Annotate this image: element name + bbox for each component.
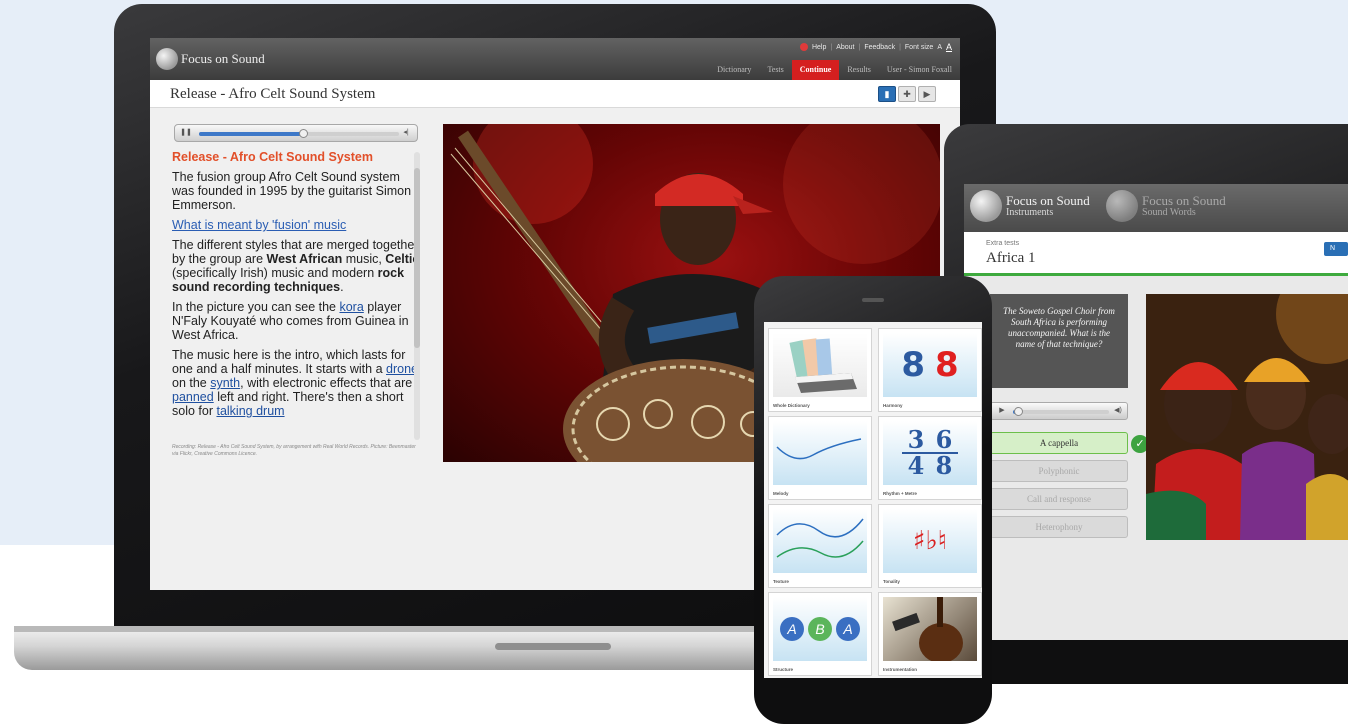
phone-home-area [764, 680, 982, 720]
utility-links: Help | About | Feedback | Font size A A [799, 42, 952, 52]
article-text: Release - Afro Celt Sound System The fus… [172, 150, 422, 440]
pause-icon[interactable]: ❚❚ [179, 128, 193, 138]
tile-instrumentation[interactable]: Instrumentation [878, 592, 982, 676]
page-title: Release - Afro Celt Sound System [170, 86, 376, 102]
main-nav: Dictionary Tests Continue Results User -… [709, 60, 960, 80]
melody-icon [773, 421, 867, 485]
nav-tests[interactable]: Tests [759, 60, 791, 80]
view-toggle: ▮ ✚ ▶ [878, 86, 936, 102]
harmony-icon: 8 8 [883, 333, 977, 397]
article-paragraph: The fusion group Afro Celt Sound system … [172, 170, 412, 212]
logo-icon [970, 190, 1002, 222]
audio-progress-track[interactable] [1013, 407, 1109, 416]
choir-illustration [1146, 294, 1348, 540]
article-heading: Release - Afro Celt Sound System [172, 150, 373, 164]
answer-heterophony[interactable]: Heterophony [990, 516, 1128, 538]
nav-user[interactable]: User - Simon Foxall [879, 60, 960, 80]
tile-melody[interactable]: Melody [768, 416, 872, 500]
sound-words-logo[interactable]: Focus on Sound Sound Words [1106, 190, 1226, 222]
video-icon[interactable]: ▶ [918, 86, 936, 102]
tablet-header: Focus on Sound Instruments Focus on Soun… [964, 184, 1348, 232]
tile-texture[interactable]: Texture [768, 504, 872, 588]
logo-icon [1106, 190, 1138, 222]
double-bass-icon [883, 597, 977, 661]
gospel-choir-photo [1146, 294, 1348, 540]
nav-dictionary[interactable]: Dictionary [709, 60, 759, 80]
audio-progress-fill [199, 132, 303, 136]
synth-link[interactable]: synth [210, 376, 240, 390]
feedback-link[interactable]: Feedback [864, 44, 895, 51]
tablet-titlebar: Extra tests Africa 1 N [964, 232, 1348, 276]
question-card: The Soweto Gospel Choir from South Afric… [990, 294, 1128, 388]
dictionary-grid: Whole Dictionary 8 8 Harmony Melody 36 4… [768, 328, 982, 676]
audio-player: ❚❚ ◂| [174, 124, 418, 142]
audio-progress-handle[interactable] [299, 129, 308, 138]
test-category: Extra tests [986, 240, 1020, 247]
scrollbar-thumb[interactable] [414, 168, 420, 348]
book-icon[interactable]: ▮ [878, 86, 896, 102]
font-size-large-button[interactable]: A [946, 42, 952, 52]
notification-icon[interactable] [799, 43, 808, 51]
answer-a-cappella[interactable]: A cappella [990, 432, 1128, 454]
test-title: Africa 1 [986, 250, 1036, 266]
tile-structure[interactable]: A B A Structure [768, 592, 872, 676]
tile-harmony[interactable]: 8 8 Harmony [878, 328, 982, 412]
help-link[interactable]: Help [812, 44, 826, 51]
next-button[interactable]: N [1324, 242, 1348, 256]
texture-icon [773, 509, 867, 573]
app-topbar: Focus on Sound Help | About | Feedback | Fo… [150, 38, 960, 80]
audio-progress-handle[interactable] [1013, 407, 1023, 416]
answer-polyphonic[interactable]: Polyphonic [990, 460, 1128, 482]
nav-continue[interactable]: Continue [791, 60, 840, 80]
logo-text: Focus on Sound [181, 51, 265, 66]
tablet-screen: Focus on Sound Instruments Focus on Soun… [964, 184, 1348, 640]
article-paragraph: The different styles that are merged tog… [172, 238, 420, 294]
product-showcase: Focus on Sound Help | About | Feedback | Fo… [0, 0, 1348, 728]
books-icon [773, 333, 867, 397]
about-link[interactable]: About [836, 44, 854, 51]
article-scrollbar[interactable] [414, 152, 420, 440]
font-size-small-button[interactable]: A [937, 44, 942, 51]
tile-rhythm-metre[interactable]: 36 48 Rhythm + Metre [878, 416, 982, 500]
title-row: Release - Afro Celt Sound System ▮ ✚ ▶ [150, 80, 960, 108]
article-paragraph: The music here is the intro, which lasts… [172, 348, 418, 418]
plus-icon[interactable]: ✚ [898, 86, 916, 102]
phone-screen: Whole Dictionary 8 8 Harmony Melody 36 4… [764, 322, 982, 678]
media-credit: Recording: Release - Afro Celt Sound Sys… [172, 444, 416, 457]
talking-drum-link[interactable]: talking drum [216, 404, 284, 418]
font-size-label: Font size [904, 43, 934, 51]
app-logo[interactable]: Focus on Sound [156, 48, 265, 70]
skip-back-icon[interactable]: ◂| [399, 128, 413, 138]
kora-link[interactable]: kora [339, 300, 363, 314]
tile-tonality[interactable]: ♯♭♮ Tonality [878, 504, 982, 588]
nav-results[interactable]: Results [839, 60, 879, 80]
phone-speaker [862, 298, 884, 302]
answer-call-and-response[interactable]: Call and response [990, 488, 1128, 510]
tile-whole-dictionary[interactable]: Whole Dictionary [768, 328, 872, 412]
accidentals-icon: ♯♭♮ [883, 509, 977, 573]
article-paragraph: In the picture you can see the kora play… [172, 300, 409, 342]
audio-progress-track[interactable] [199, 129, 399, 138]
time-signature-icon: 36 48 [883, 421, 977, 485]
tablet-audio-player: ▶ ◀) [990, 402, 1128, 420]
fusion-question-link[interactable]: What is meant by 'fusion' music [172, 218, 346, 232]
instruments-logo[interactable]: Focus on Sound Instruments [970, 190, 1090, 222]
volume-icon[interactable]: ◀) [1111, 406, 1125, 416]
panned-link[interactable]: panned [172, 390, 214, 404]
laptop-notch [495, 643, 611, 650]
aba-icon: A B A [773, 597, 867, 661]
logo-icon [156, 48, 178, 70]
play-icon[interactable]: ▶ [995, 406, 1009, 416]
